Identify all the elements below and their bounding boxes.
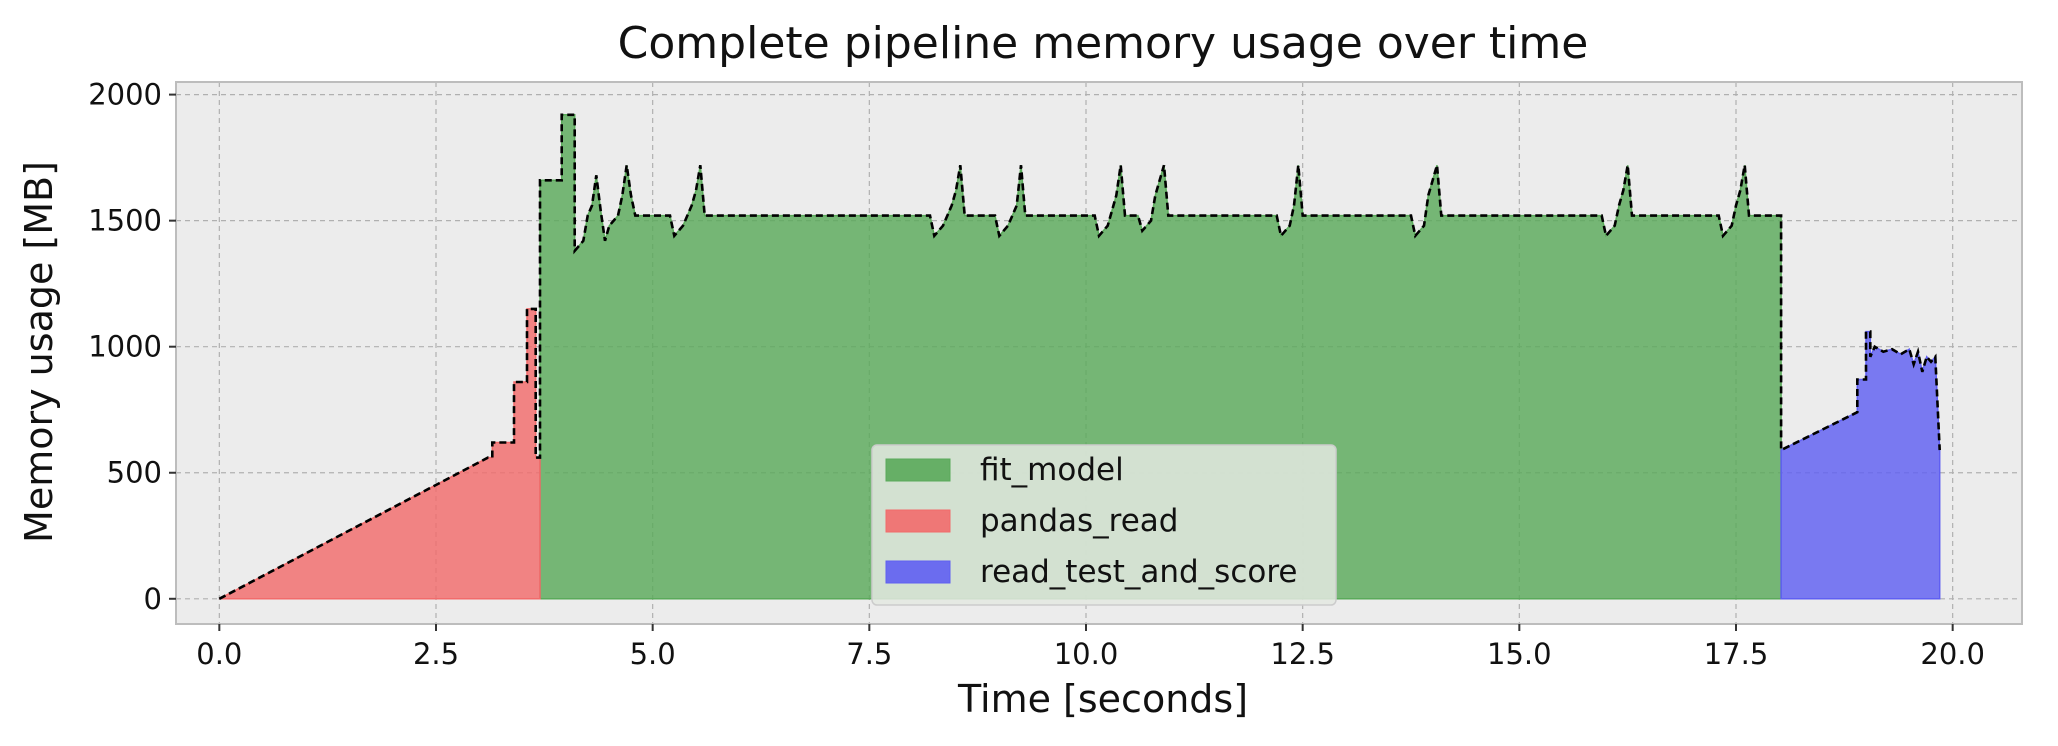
y-tick-label: 0 [144, 582, 162, 616]
legend-label: read_test_and_score [980, 554, 1297, 590]
y-tick-label: 2000 [88, 78, 162, 112]
y-tick-label: 1000 [88, 330, 162, 364]
legend-label: pandas_read [980, 503, 1178, 539]
x-tick-label: 20.0 [1920, 637, 1985, 671]
x-tick-label: 2.5 [413, 637, 459, 671]
x-tick-label: 15.0 [1487, 637, 1552, 671]
x-tick-label: 12.5 [1270, 637, 1335, 671]
memory-usage-chart: Complete pipeline memory usage over time… [17, 18, 2023, 721]
chart-title: Complete pipeline memory usage over time [618, 18, 1589, 69]
y-axis-label: Memory usage [MB] [17, 161, 61, 543]
legend-label: fit_model [980, 452, 1124, 488]
x-tick-label: 17.5 [1704, 637, 1769, 671]
legend-swatch [885, 560, 951, 584]
y-tick-label: 1500 [88, 204, 162, 238]
x-tick-label: 10.0 [1054, 637, 1119, 671]
legend-swatch [885, 509, 951, 533]
x-tick-label: 0.0 [196, 637, 242, 671]
x-axis-label: Time [seconds] [957, 677, 1248, 721]
x-tick-label: 7.5 [846, 637, 892, 671]
legend: fit_model pandas_read read_test_and_score [871, 444, 1337, 606]
y-tick-label: 500 [107, 456, 162, 490]
x-tick-label: 5.0 [630, 637, 676, 671]
legend-swatch [885, 458, 951, 482]
